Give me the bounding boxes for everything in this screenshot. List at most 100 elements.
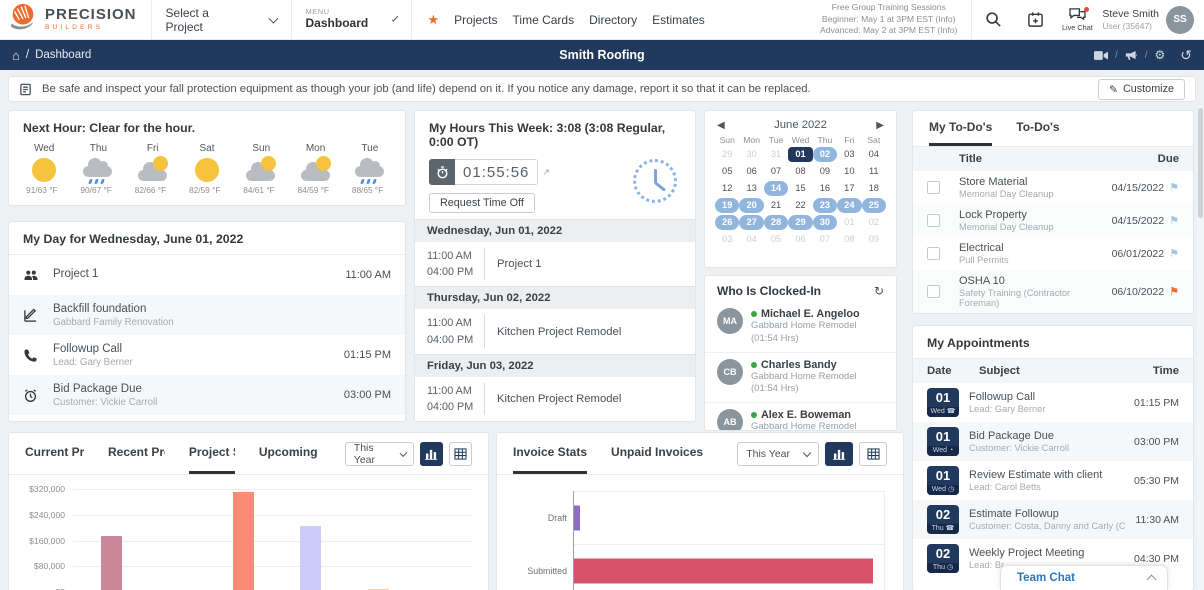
project-selector[interactable]: Select a Project — [151, 0, 291, 39]
appointment-row[interactable]: 01 Wed Review Estimate with client Lead:… — [913, 461, 1193, 500]
calendar-day[interactable]: 17 — [837, 181, 861, 196]
calendar-day[interactable]: 24 — [837, 198, 861, 213]
todo-checkbox[interactable] — [927, 214, 940, 227]
calendar-day[interactable]: 22 — [788, 198, 812, 213]
clocked-in-person[interactable]: AB Alex E. Boweman Gabbard Home Remodel … — [705, 402, 896, 431]
schedule-entry[interactable]: 11:00 AM 04:00 PM Project 1 — [415, 242, 695, 286]
calendar-day[interactable]: 01 — [837, 215, 861, 230]
invoice-tab[interactable]: Invoice Stats — [513, 433, 587, 474]
schedule-button[interactable] — [1014, 0, 1056, 40]
todo-checkbox[interactable] — [927, 247, 940, 260]
calendar-day[interactable]: 27 — [739, 215, 763, 230]
history-icon[interactable]: ↺ — [1180, 47, 1192, 64]
timer-button[interactable] — [429, 159, 455, 185]
my-day-item[interactable]: Backfill foundation Gabbard Family Renov… — [9, 295, 405, 335]
chevron-up-icon[interactable] — [1147, 575, 1157, 585]
calendar-day[interactable]: 29 — [715, 147, 739, 162]
calendar-day[interactable]: 29 — [788, 215, 812, 230]
todo-row[interactable]: Store Material Memorial Day Cleanup 04/1… — [913, 171, 1193, 204]
calendar-day[interactable]: 30 — [739, 147, 763, 162]
calendar-day[interactable]: 11 — [862, 164, 886, 179]
timer-value[interactable]: 01:55:56 — [455, 159, 538, 185]
calendar-next-icon[interactable]: ▶ — [876, 120, 884, 131]
team-chat-widget[interactable]: Team Chat — [1000, 565, 1168, 590]
my-day-item[interactable]: Review Estimate with client Lead: Carol … — [9, 415, 405, 422]
appointment-row[interactable]: 01 Wed Followup Call Lead: Gary Berner 0… — [913, 383, 1193, 422]
calendar-day[interactable]: 03 — [837, 147, 861, 162]
calendar-day[interactable]: 01 — [788, 147, 812, 162]
gear-icon[interactable]: ⚙ — [1155, 49, 1166, 61]
menu-selector[interactable]: MENU Dashboard — [291, 0, 411, 39]
calendar-day[interactable]: 12 — [715, 181, 739, 196]
calendar-day[interactable]: 21 — [764, 198, 788, 213]
refresh-icon[interactable]: ↻ — [874, 284, 884, 298]
project-tab[interactable]: Project Stats — [189, 433, 235, 474]
calendar-day[interactable]: 16 — [813, 181, 837, 196]
appointment-row[interactable]: 01 Wed Bid Package Due Customer: Vickie … — [913, 422, 1193, 461]
project-tab[interactable]: Upcoming Projec — [259, 433, 321, 474]
calendar-day[interactable]: 19 — [715, 198, 739, 213]
invoice-range-select[interactable]: This Year — [737, 442, 819, 466]
calendar-day[interactable]: 04 — [739, 232, 763, 247]
calendar-day[interactable]: 07 — [813, 232, 837, 247]
my-day-item[interactable]: Followup Call Lead: Gary Berner 01:15 PM — [9, 335, 405, 375]
breadcrumb-current[interactable]: Dashboard — [35, 49, 91, 61]
calendar-day[interactable]: 20 — [739, 198, 763, 213]
appointment-row[interactable]: 02 Thu Estimate Followup Customer: Costa… — [913, 500, 1193, 539]
scrollbar-thumb[interactable] — [1198, 108, 1203, 218]
todo-row[interactable]: OSHA 10 Safety Training (Contractor Fore… — [913, 270, 1193, 313]
my-day-item[interactable]: Bid Package Due Customer: Vickie Carroll… — [9, 375, 405, 415]
calendar-day[interactable]: 31 — [764, 147, 788, 162]
todo-row[interactable]: Lock Property Memorial Day Cleanup 04/15… — [913, 204, 1193, 237]
user-menu[interactable]: Steve Smith User (35647) SS — [1098, 0, 1204, 39]
calendar-day[interactable]: 15 — [788, 181, 812, 196]
calendar-day[interactable]: 30 — [813, 215, 837, 230]
search-button[interactable] — [972, 0, 1014, 40]
chart-view-button[interactable] — [825, 442, 853, 466]
calendar-day[interactable]: 05 — [715, 164, 739, 179]
calendar-day[interactable]: 02 — [813, 147, 837, 162]
nav-item[interactable]: Directory — [589, 13, 637, 27]
nav-item[interactable]: Estimates — [652, 13, 705, 27]
calendar-day[interactable]: 09 — [862, 232, 886, 247]
schedule-entry[interactable]: 11:00 AM 04:00 PM Kitchen Project Remode… — [415, 309, 695, 353]
calendar-day[interactable]: 06 — [739, 164, 763, 179]
calendar-day[interactable]: 04 — [862, 147, 886, 162]
video-camera-icon[interactable] — [1094, 50, 1108, 61]
user-avatar[interactable]: SS — [1166, 6, 1194, 34]
calendar-prev-icon[interactable]: ◀ — [717, 120, 725, 131]
calendar-day[interactable]: 13 — [739, 181, 763, 196]
megaphone-icon[interactable] — [1125, 49, 1138, 61]
todo-checkbox[interactable] — [927, 285, 940, 298]
calendar-day[interactable]: 08 — [788, 164, 812, 179]
calendar-day[interactable]: 07 — [764, 164, 788, 179]
calendar-day[interactable]: 10 — [837, 164, 861, 179]
clocked-in-person[interactable]: CB Charles Bandy Gabbard Home Remodel (0… — [705, 352, 896, 403]
live-chat-button[interactable]: Live Chat — [1056, 0, 1098, 40]
calendar-day[interactable]: 26 — [715, 215, 739, 230]
calendar-day[interactable]: 02 — [862, 215, 886, 230]
todos-tab[interactable]: To-Do's — [1016, 111, 1059, 146]
page-scrollbar[interactable] — [1197, 106, 1204, 590]
todos-tab[interactable]: My To-Do's — [929, 111, 992, 146]
calendar-day[interactable]: 08 — [837, 232, 861, 247]
project-tab[interactable]: Recent Projects — [108, 433, 165, 474]
brand-logo[interactable]: PRECISION BUILDERS — [0, 0, 151, 39]
calendar-day[interactable]: 05 — [764, 232, 788, 247]
customize-button[interactable]: ✎ Customize — [1098, 79, 1185, 100]
favorites-star-icon[interactable]: ★ — [428, 12, 440, 28]
calendar-day[interactable]: 03 — [715, 232, 739, 247]
calendar-day[interactable]: 14 — [764, 181, 788, 196]
calendar-day[interactable]: 28 — [764, 215, 788, 230]
project-range-select[interactable]: This Year — [345, 442, 415, 466]
chart-view-button[interactable] — [420, 442, 443, 466]
calendar-day[interactable]: 25 — [862, 198, 886, 213]
timer-expand-icon[interactable]: ↗ — [542, 167, 550, 178]
request-time-off-button[interactable]: Request Time Off — [429, 193, 535, 213]
nav-item[interactable]: Time Cards — [513, 13, 575, 27]
calendar-day[interactable]: 18 — [862, 181, 886, 196]
home-icon[interactable]: ⌂ — [12, 49, 20, 62]
schedule-entry[interactable]: 11:00 AM 04:00 PM Kitchen Project Remode… — [415, 377, 695, 421]
nav-item[interactable]: Projects — [454, 13, 497, 27]
table-view-button[interactable] — [449, 442, 472, 466]
